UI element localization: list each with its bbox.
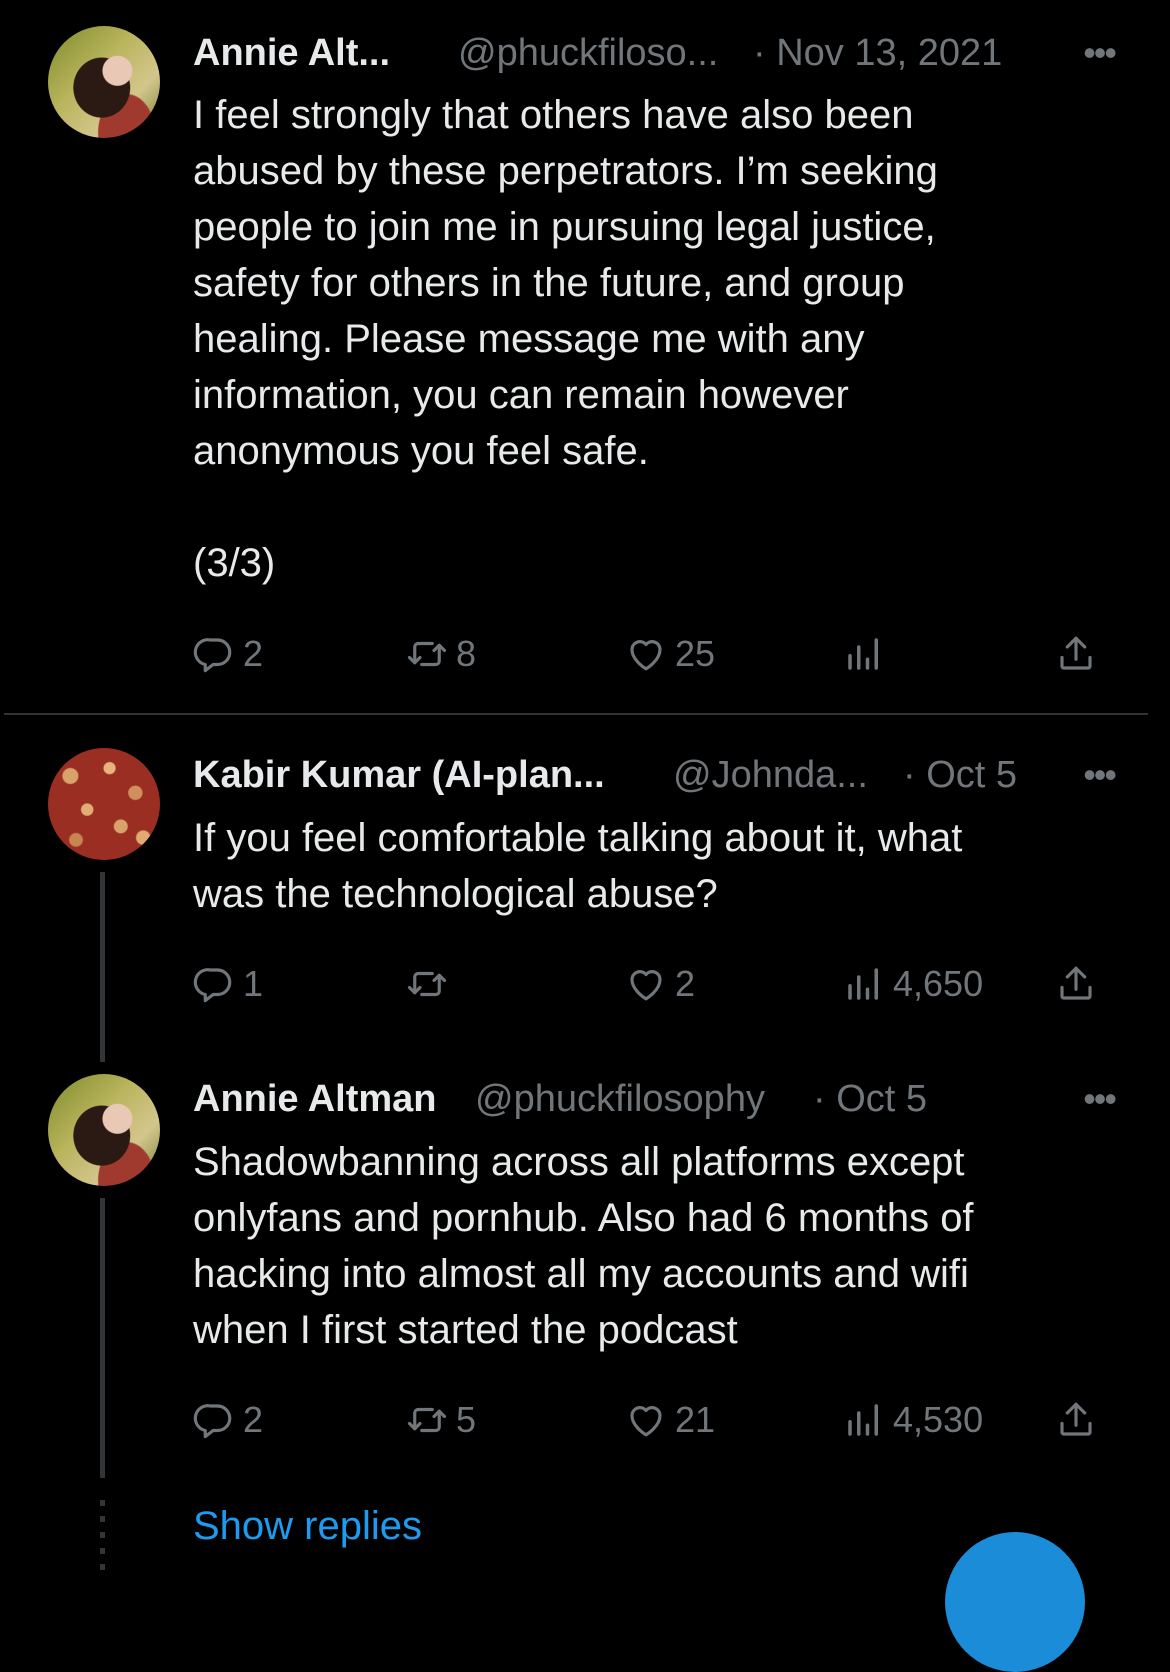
reply-button[interactable]: 1: [193, 954, 263, 1014]
thread-line: [100, 872, 105, 1062]
more-icon[interactable]: •••: [1083, 750, 1117, 800]
retweet-icon: [406, 633, 448, 675]
avatar[interactable]: [48, 1074, 160, 1186]
like-icon: [625, 1399, 667, 1441]
share-icon: [1055, 1399, 1097, 1441]
reply-icon: [193, 1399, 235, 1441]
tweet[interactable]: Annie Altman @phuckfilosophy · Oct 5 •••…: [0, 1060, 1170, 1490]
views-count: 4,530: [893, 1399, 984, 1440]
retweet-button[interactable]: 5: [406, 1390, 476, 1450]
avatar[interactable]: [48, 748, 160, 860]
reply-button[interactable]: 2: [193, 1390, 263, 1450]
tweet-text: If you feel comfortable talking about it…: [193, 816, 963, 916]
tweet-actions: 1 2 4,650: [193, 954, 1103, 1014]
tweet-actions: 2 8 25: [193, 624, 1103, 684]
views-button[interactable]: 4,530: [843, 1390, 983, 1450]
retweet-button[interactable]: 8: [406, 624, 476, 684]
like-icon: [625, 963, 667, 1005]
views-count: 4,650: [893, 963, 984, 1004]
share-button[interactable]: [1055, 954, 1105, 1014]
author-name[interactable]: Annie Alt...: [193, 28, 390, 78]
views-button[interactable]: [843, 624, 893, 684]
tweet-header: Annie Altman @phuckfilosophy · Oct 5 •••: [193, 1074, 1117, 1124]
avatar[interactable]: [48, 26, 160, 138]
tweet-date[interactable]: · Nov 13, 2021: [753, 28, 1002, 78]
like-button[interactable]: 2: [625, 954, 695, 1014]
tweet-text: I feel strongly that others have also be…: [193, 93, 938, 585]
tweet-header: Kabir Kumar (AI-plan... @Johnda... · Oct…: [193, 750, 1117, 800]
thread-dots: [100, 1500, 105, 1570]
thread-line: [100, 1198, 105, 1478]
author-handle[interactable]: @phuckfilosophy: [475, 1074, 765, 1124]
retweet-count: 8: [456, 633, 477, 674]
retweet-icon: [406, 963, 448, 1005]
retweet-icon: [406, 1399, 448, 1441]
tweet-date[interactable]: · Oct 5: [903, 750, 1017, 800]
reply-count: 1: [243, 963, 264, 1004]
like-count: 25: [675, 633, 716, 674]
like-button[interactable]: 21: [625, 1390, 715, 1450]
show-replies-link[interactable]: Show replies: [193, 1504, 422, 1549]
like-icon: [625, 633, 667, 675]
tweet[interactable]: Annie Alt... @phuckfiloso... · Nov 13, 2…: [0, 0, 1170, 712]
reply-icon: [193, 963, 235, 1005]
tweet-date[interactable]: · Oct 5: [813, 1074, 927, 1124]
tweet-text: Shadowbanning across all platforms excep…: [193, 1140, 974, 1352]
more-icon[interactable]: •••: [1083, 28, 1117, 78]
tweet-header: Annie Alt... @phuckfiloso... · Nov 13, 2…: [193, 28, 1117, 78]
divider: [4, 713, 1148, 715]
tweet-actions: 2 5 21 4,530: [193, 1390, 1103, 1450]
views-icon: [843, 1399, 885, 1441]
share-icon: [1055, 633, 1097, 675]
author-name[interactable]: Kabir Kumar (AI-plan...: [193, 750, 605, 800]
like-count: 2: [675, 963, 696, 1004]
author-handle[interactable]: @Johnda...: [673, 750, 868, 800]
tweet[interactable]: Kabir Kumar (AI-plan... @Johnda... · Oct…: [0, 716, 1170, 1062]
views-button[interactable]: 4,650: [843, 954, 983, 1014]
share-icon: [1055, 963, 1097, 1005]
reply-count: 2: [243, 633, 264, 674]
like-count: 21: [675, 1399, 716, 1440]
more-icon[interactable]: •••: [1083, 1074, 1117, 1124]
retweet-count: 5: [456, 1399, 477, 1440]
retweet-button[interactable]: [406, 954, 456, 1014]
share-button[interactable]: [1055, 624, 1105, 684]
reply-count: 2: [243, 1399, 264, 1440]
views-icon: [843, 963, 885, 1005]
reply-button[interactable]: 2: [193, 624, 263, 684]
author-name[interactable]: Annie Altman: [193, 1074, 437, 1124]
share-button[interactable]: [1055, 1390, 1105, 1450]
reply-icon: [193, 633, 235, 675]
views-icon: [843, 633, 885, 675]
author-handle[interactable]: @phuckfiloso...: [458, 28, 718, 78]
like-button[interactable]: 25: [625, 624, 715, 684]
compose-fab-button[interactable]: [945, 1532, 1085, 1672]
